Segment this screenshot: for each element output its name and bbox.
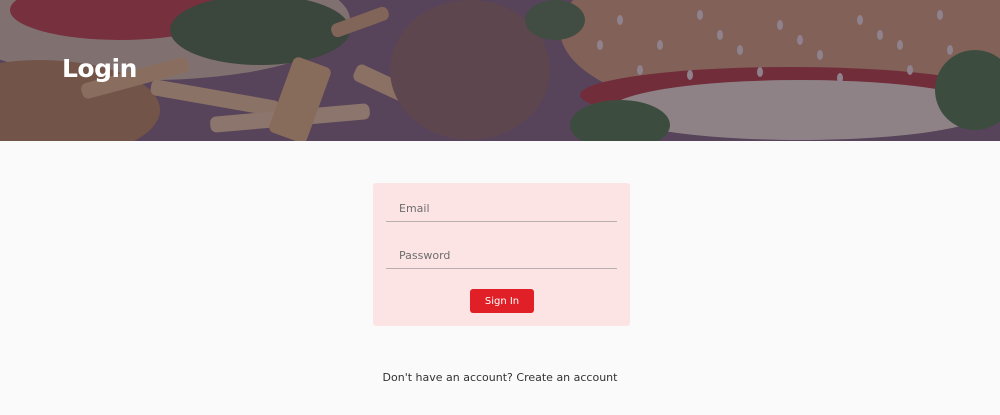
hero-overlay bbox=[0, 0, 1000, 141]
create-account-link[interactable]: Create an account bbox=[516, 371, 617, 384]
signup-prompt-text: Don't have an account? bbox=[382, 371, 513, 384]
email-field[interactable] bbox=[386, 196, 617, 222]
login-form: Sign In bbox=[373, 183, 630, 326]
page-title: Login bbox=[62, 54, 137, 83]
hero-banner: Login bbox=[0, 0, 1000, 141]
password-field[interactable] bbox=[386, 243, 617, 269]
sign-in-button[interactable]: Sign In bbox=[470, 289, 534, 313]
signup-prompt: Don't have an account? Create an account bbox=[0, 369, 1000, 387]
